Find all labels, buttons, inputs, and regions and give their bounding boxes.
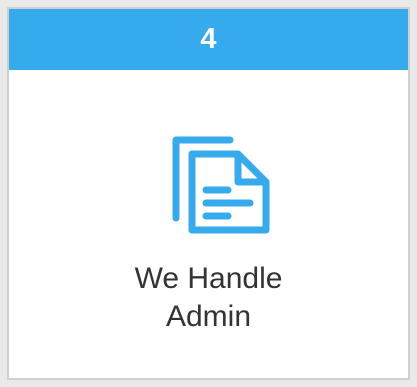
step-body: We Handle Admin [9,70,408,378]
step-number: 4 [200,23,217,55]
document-copy-icon [166,126,278,238]
step-header: 4 [9,9,408,70]
step-title: We Handle Admin [134,262,283,333]
step-card: 4 We Handle Admin [7,7,410,380]
